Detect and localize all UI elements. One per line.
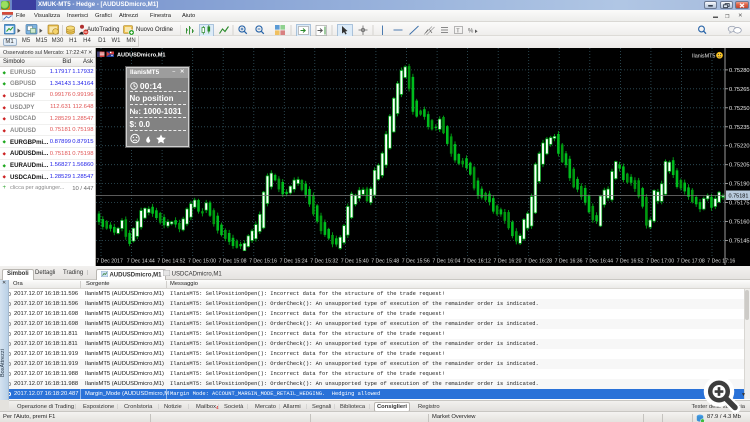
svg-text:0.75175: 0.75175 xyxy=(729,201,750,207)
svg-text:7 Dec 14:44: 7 Dec 14:44 xyxy=(127,259,155,265)
svg-text:7 Dec 15:32: 7 Dec 15:32 xyxy=(310,259,338,265)
svg-text:7 Dec 15:40: 7 Dec 15:40 xyxy=(341,259,369,265)
svg-text:7 Dec 2017: 7 Dec 2017 xyxy=(96,259,123,265)
svg-text:7 Dec 15:00: 7 Dec 15:00 xyxy=(188,259,216,265)
svg-text:0.75145: 0.75145 xyxy=(729,238,750,244)
svg-text:7 Dec 15:08: 7 Dec 15:08 xyxy=(219,259,247,265)
svg-text:0.75181: 0.75181 xyxy=(729,194,749,200)
svg-text:0.75160: 0.75160 xyxy=(729,220,750,226)
svg-text:7 Dec 15:48: 7 Dec 15:48 xyxy=(371,259,399,265)
svg-text:7 Dec 14:52: 7 Dec 14:52 xyxy=(157,259,185,265)
svg-text:7 Dec 16:52: 7 Dec 16:52 xyxy=(616,259,644,265)
svg-text:IlanisMT5: IlanisMT5 xyxy=(692,54,715,60)
svg-text:7 Dec 17:08: 7 Dec 17:08 xyxy=(677,259,705,265)
svg-text:7 Dec 16:20: 7 Dec 16:20 xyxy=(494,259,522,265)
svg-text:7 Dec 17:16: 7 Dec 17:16 xyxy=(707,259,735,265)
svg-text:0.75265: 0.75265 xyxy=(729,87,750,93)
svg-text:7 Dec 16:28: 7 Dec 16:28 xyxy=(524,259,552,265)
svg-text:%: % xyxy=(468,28,474,34)
svg-text:0.75220: 0.75220 xyxy=(729,144,750,150)
svg-text:7 Dec 16:36: 7 Dec 16:36 xyxy=(555,259,583,265)
svg-text:7 Dec 15:24: 7 Dec 15:24 xyxy=(280,259,308,265)
svg-text:7 Dec 16:44: 7 Dec 16:44 xyxy=(585,259,613,265)
svg-text:0.75250: 0.75250 xyxy=(729,106,750,112)
svg-text:7 Dec 16:04: 7 Dec 16:04 xyxy=(432,259,460,265)
svg-text:7 Dec 16:12: 7 Dec 16:12 xyxy=(463,259,491,265)
svg-text:0.75280: 0.75280 xyxy=(729,68,750,74)
svg-text:7 Dec 17:00: 7 Dec 17:00 xyxy=(646,259,674,265)
svg-text:AUDUSDmicro,M1: AUDUSDmicro,M1 xyxy=(117,53,166,59)
svg-text:0.75235: 0.75235 xyxy=(729,125,750,131)
svg-text:7 Dec 15:56: 7 Dec 15:56 xyxy=(402,259,430,265)
svg-text:0.75205: 0.75205 xyxy=(729,163,750,169)
svg-text:7 Dec 15:16: 7 Dec 15:16 xyxy=(249,259,277,265)
svg-text:0.75190: 0.75190 xyxy=(729,182,750,188)
